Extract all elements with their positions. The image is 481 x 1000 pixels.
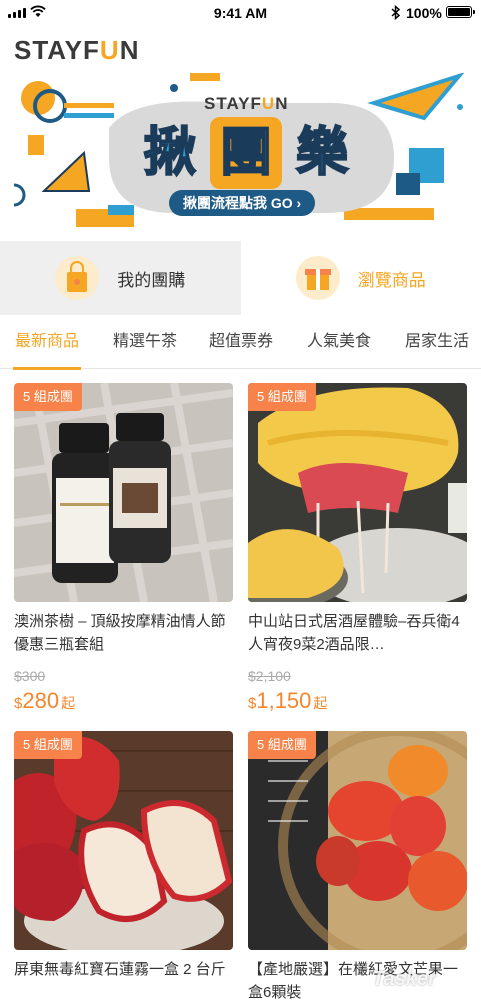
- status-bar: 9:41 AM 100%: [0, 0, 481, 26]
- battery-fill: [448, 8, 470, 16]
- tab-popular-food[interactable]: 人氣美食: [307, 315, 371, 369]
- product-card[interactable]: 5 組成團 澳洲茶樹 – 頂級按摩精油情人節優惠三瓶套組 $300 $280 起: [14, 383, 233, 714]
- sale-price: $280 起: [14, 688, 76, 713]
- product-image-wax-apples[interactable]: 5 組成團: [14, 731, 233, 950]
- banner-title-char: 樂: [295, 123, 349, 183]
- app-logo[interactable]: STAYFUN: [14, 35, 139, 66]
- tab-home-living[interactable]: 居家生活: [405, 315, 469, 369]
- category-tabs: 最新商品 精選午茶 超值票券 人氣美食 居家生活: [0, 315, 481, 370]
- tab-tickets[interactable]: 超值票券: [209, 315, 273, 369]
- group-size-badge: 5 組成團: [248, 731, 316, 759]
- banner-brand-logo: STAYFUN: [204, 94, 289, 113]
- product-image-essential-oils[interactable]: 5 組成團: [14, 383, 233, 602]
- browse-products-button[interactable]: 瀏覽商品: [240, 241, 481, 315]
- banner-title-char: 揪: [143, 123, 197, 183]
- sale-price: $1,150 起: [248, 688, 328, 713]
- product-card[interactable]: 5 組成團 【產地嚴選】在欉紅愛文芒果一盒6顆裝: [248, 731, 467, 1000]
- original-price: $300: [14, 668, 46, 684]
- product-card[interactable]: 5 組成團 屏東無毒紅寶石蓮霧一盒 2 台斤: [14, 731, 233, 1000]
- product-image-omelette[interactable]: 5 組成團: [248, 383, 467, 602]
- gift-box-icon: [295, 256, 340, 300]
- banner-title: 揪 團 樂: [134, 117, 358, 189]
- quick-entry-label: 瀏覽商品: [357, 270, 426, 290]
- product-title[interactable]: 中山站日式居酒屋體驗–吞兵衛4人宵夜9菜2酒品限…: [248, 610, 467, 656]
- group-size-badge: 5 組成團: [14, 383, 82, 411]
- battery-icon: [446, 6, 475, 18]
- battery-percentage: 100%: [406, 5, 442, 21]
- watermark-logo: Tasker: [372, 968, 436, 990]
- original-price: $2,100: [248, 668, 291, 684]
- product-card[interactable]: 5 組成團 中山站日式居酒屋體驗–吞兵衛4人宵夜9菜2酒品限… $2,100 $…: [248, 383, 467, 714]
- banner-cta-button[interactable]: 揪團流程點我 GO ›: [169, 190, 316, 216]
- promo-banner[interactable]: STAYFUN 揪 團 樂 揪團流程點我 GO ›: [14, 73, 467, 233]
- tab-afternoon-tea[interactable]: 精選午茶: [113, 315, 177, 369]
- product-title[interactable]: 澳洲茶樹 – 頂級按摩精油情人節優惠三瓶套組: [14, 610, 233, 656]
- bluetooth-icon: [391, 5, 401, 20]
- group-size-badge: 5 組成團: [248, 383, 316, 411]
- shopping-bag-icon: [55, 256, 100, 300]
- product-title[interactable]: 屏東無毒紅寶石蓮霧一盒 2 台斤: [14, 958, 233, 1000]
- group-size-badge: 5 組成團: [14, 731, 82, 759]
- product-image-mangoes[interactable]: 5 組成團: [248, 731, 467, 950]
- banner-title-char: 團: [210, 117, 282, 189]
- my-group-buy-button[interactable]: 我的團購: [0, 241, 241, 315]
- quick-entry-bar: 我的團購 瀏覽商品: [0, 241, 481, 315]
- tab-latest[interactable]: 最新商品: [12, 315, 82, 370]
- quick-entry-label: 我的團購: [117, 270, 186, 290]
